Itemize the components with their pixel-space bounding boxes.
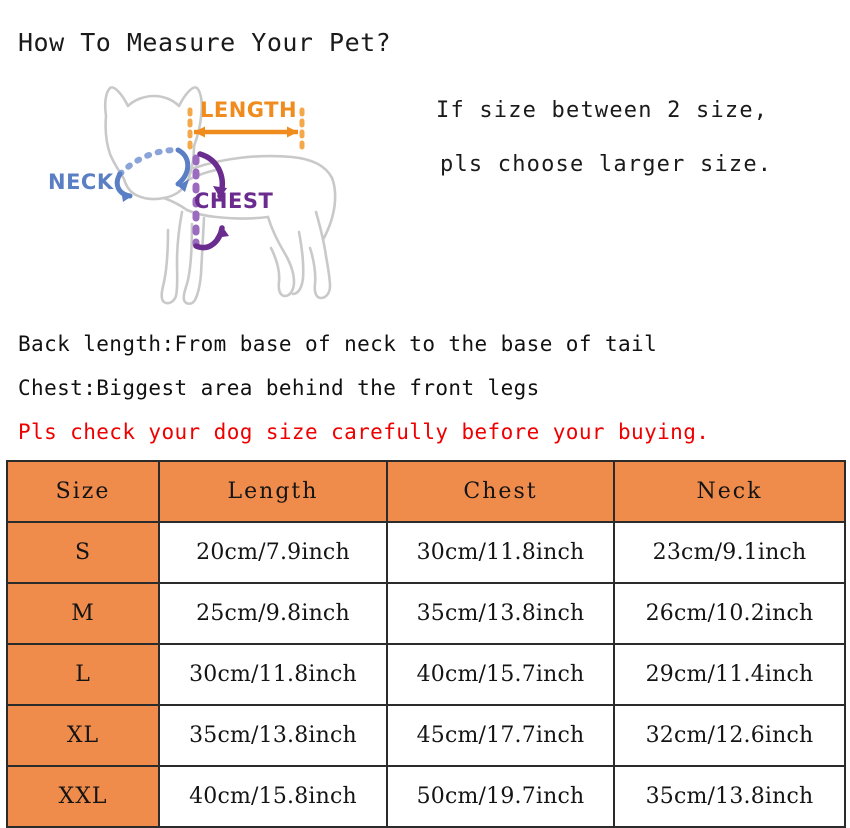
table-row: XL 35cm/13.8inch 45cm/17.7inch 32cm/12.6…	[6, 704, 846, 767]
column-header-chest: Chest	[386, 460, 615, 523]
cell-chest: 50cm/19.7inch	[386, 765, 615, 828]
neck-measure-marker	[114, 147, 191, 202]
cell-neck: 23cm/9.1inch	[613, 521, 846, 584]
column-header-neck: Neck	[613, 460, 846, 523]
cell-size: M	[6, 582, 160, 645]
cell-chest: 30cm/11.8inch	[386, 521, 615, 584]
chest-description: Chest:Biggest area behind the front legs	[18, 376, 540, 400]
size-chart-table: Size Length Chest Neck S 20cm/7.9inch 30…	[6, 460, 846, 828]
cell-neck: 29cm/11.4inch	[613, 643, 846, 706]
table-row: XXL 40cm/15.8inch 50cm/19.7inch 35cm/13.…	[6, 765, 846, 828]
cell-length: 20cm/7.9inch	[158, 521, 388, 584]
size-guidance-note: If size between 2 size, pls choose large…	[436, 84, 836, 192]
cell-length: 30cm/11.8inch	[158, 643, 388, 706]
cell-neck: 32cm/12.6inch	[613, 704, 846, 767]
cell-size: XL	[6, 704, 160, 767]
note-line-1: If size between 2 size,	[436, 98, 769, 123]
size-warning-text: Pls check your dog size carefully before…	[18, 420, 710, 444]
cell-length: 25cm/9.8inch	[158, 582, 388, 645]
cell-neck: 35cm/13.8inch	[613, 765, 846, 828]
cell-chest: 35cm/13.8inch	[386, 582, 615, 645]
table-row: M 25cm/9.8inch 35cm/13.8inch 26cm/10.2in…	[6, 582, 846, 645]
length-label: LENGTH	[200, 98, 297, 122]
column-header-length: Length	[158, 460, 388, 523]
column-header-size: Size	[6, 460, 160, 523]
table-row: L 30cm/11.8inch 40cm/15.7inch 29cm/11.4i…	[6, 643, 846, 706]
table-header-row: Size Length Chest Neck	[6, 460, 846, 523]
cell-neck: 26cm/10.2inch	[613, 582, 846, 645]
cell-size: L	[6, 643, 160, 706]
page-title: How To Measure Your Pet?	[18, 28, 392, 57]
table-row: S 20cm/7.9inch 30cm/11.8inch 23cm/9.1inc…	[6, 521, 846, 584]
measurement-diagram: LENGTH NECK CHEST	[44, 62, 374, 312]
cell-length: 40cm/15.8inch	[158, 765, 388, 828]
neck-label: NECK	[48, 170, 114, 194]
cell-chest: 45cm/17.7inch	[386, 704, 615, 767]
measurement-descriptions: Back length:From base of neck to the bas…	[18, 322, 838, 454]
cell-size: XXL	[6, 765, 160, 828]
back-length-description: Back length:From base of neck to the bas…	[18, 332, 658, 356]
chest-label: CHEST	[194, 189, 273, 213]
cell-chest: 40cm/15.7inch	[386, 643, 615, 706]
cell-size: S	[6, 521, 160, 584]
note-line-2: pls choose larger size.	[440, 152, 773, 177]
cell-length: 35cm/13.8inch	[158, 704, 388, 767]
